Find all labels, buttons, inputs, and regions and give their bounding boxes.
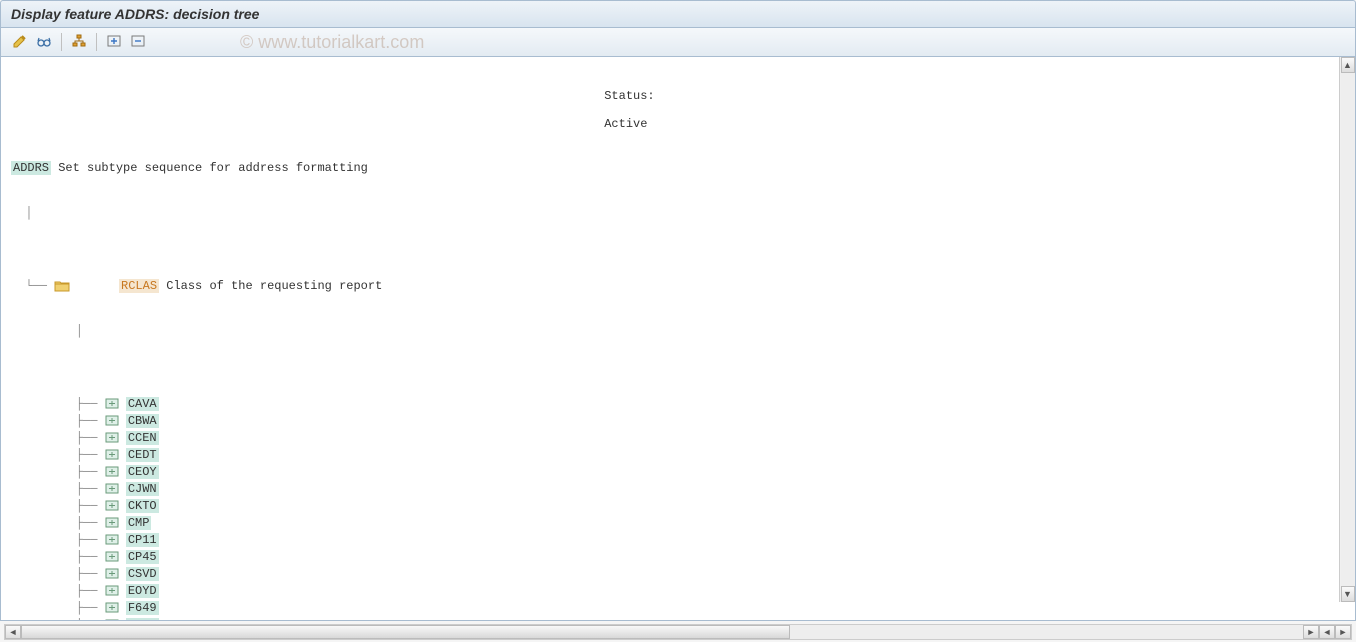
node-collapsed-icon <box>105 551 119 562</box>
leaf-code: EOYD <box>126 584 159 598</box>
node-collapsed-icon <box>105 619 119 620</box>
toolbar-separator <box>96 33 97 51</box>
page-title: Display feature ADDRS: decision tree <box>11 6 259 22</box>
leaf-code: CCEN <box>126 431 159 445</box>
node-collapsed-icon <box>105 568 119 579</box>
node-collapsed-icon <box>105 398 119 409</box>
tree-content: Status: Active ADDRS Set subtype sequenc… <box>1 57 1355 620</box>
node-collapsed-icon <box>105 449 119 460</box>
scroll-thumb[interactable] <box>21 625 790 639</box>
collapse-all-button[interactable] <box>127 32 149 52</box>
leaf-code: CEOY <box>126 465 159 479</box>
pencil-icon <box>12 33 28 52</box>
content-area: Status: Active ADDRS Set subtype sequenc… <box>0 57 1356 621</box>
leaf-code: CJWN <box>126 482 159 496</box>
tree-root-row[interactable]: ADDRS Set subtype sequence for address f… <box>11 159 1345 176</box>
status-value: Active <box>604 117 647 131</box>
tree-leaf-row[interactable]: ├── CCEN <box>11 429 1345 446</box>
node-collapsed-icon <box>105 483 119 494</box>
tree-leaf-row[interactable]: ├── CEOY <box>11 463 1345 480</box>
leaf-code: CAVA <box>126 397 159 411</box>
tree-branch-row[interactable]: └── RCLAS Class of the requesting report <box>11 277 1345 294</box>
title-bar: Display feature ADDRS: decision tree <box>0 0 1356 28</box>
vertical-scrollbar[interactable]: ▲ ▼ <box>1339 57 1355 602</box>
tree-leaf-row[interactable]: ├── CP11 <box>11 531 1345 548</box>
glasses-icon <box>36 33 52 52</box>
leaf-code: CP45 <box>126 550 159 564</box>
leaf-code: CBWA <box>126 414 159 428</box>
edit-button[interactable] <box>9 32 31 52</box>
tree-leaf-row[interactable]: ├── CP45 <box>11 548 1345 565</box>
tree-leaf-row[interactable]: ├── F649 <box>11 599 1345 616</box>
status-label: Status: <box>604 89 654 103</box>
tree-leaf-row[interactable]: ├── CBWA <box>11 412 1345 429</box>
toolbar <box>0 28 1356 57</box>
scroll-right-arrow-2[interactable]: ► <box>1335 625 1351 639</box>
scroll-track[interactable] <box>21 625 1303 639</box>
root-code: ADDRS <box>11 161 51 175</box>
hierarchy-icon <box>71 33 87 52</box>
expand-icon <box>106 33 122 52</box>
leaf-code: CKTO <box>126 499 159 513</box>
leaf-code: CMP <box>126 516 152 530</box>
node-collapsed-icon <box>105 415 119 426</box>
scroll-down-arrow[interactable]: ▼ <box>1341 586 1355 602</box>
node-collapsed-icon <box>105 517 119 528</box>
tree-leaf-row[interactable]: ├── CSVD <box>11 565 1345 582</box>
tree-leaf-row[interactable]: ├── CAVA <box>11 395 1345 412</box>
leaf-code: FBNL <box>126 618 159 621</box>
expand-all-button[interactable] <box>103 32 125 52</box>
tree-leaf-row[interactable]: ├── CJWN <box>11 480 1345 497</box>
branch-text: Class of the requesting report <box>166 279 382 293</box>
node-collapsed-icon <box>105 500 119 511</box>
scroll-left-arrow[interactable]: ◄ <box>5 625 21 639</box>
node-collapsed-icon <box>105 432 119 443</box>
toolbar-separator <box>61 33 62 51</box>
node-collapsed-icon <box>105 585 119 596</box>
activate-button[interactable] <box>68 32 90 52</box>
tree-leaf-row[interactable]: ├── FBNL <box>11 616 1345 620</box>
root-text: Set subtype sequence for address formatt… <box>58 161 368 175</box>
node-collapsed-icon <box>105 602 119 613</box>
node-collapsed-icon <box>105 466 119 477</box>
folder-open-icon <box>54 252 112 320</box>
branch-code: RCLAS <box>119 279 159 293</box>
node-collapsed-icon <box>105 534 119 545</box>
scroll-up-arrow[interactable]: ▲ <box>1341 57 1355 73</box>
leaf-code: F649 <box>126 601 159 615</box>
status: Status: Active <box>561 75 655 145</box>
glasses-button[interactable] <box>33 32 55 52</box>
tree-leaf-row[interactable]: ├── CMP <box>11 514 1345 531</box>
tree-leaf-row[interactable]: ├── CKTO <box>11 497 1345 514</box>
tree-leaf-row[interactable]: ├── CEDT <box>11 446 1345 463</box>
leaf-code: CSVD <box>126 567 159 581</box>
collapse-icon <box>130 33 146 52</box>
scroll-left-arrow-2[interactable]: ◄ <box>1319 625 1335 639</box>
scroll-right-arrow[interactable]: ► <box>1303 625 1319 639</box>
leaf-code: CEDT <box>126 448 159 462</box>
horizontal-scrollbar[interactable]: ◄ ► ◄ ► <box>4 624 1352 640</box>
leaf-code: CP11 <box>126 533 159 547</box>
tree-leaf-row[interactable]: ├── EOYD <box>11 582 1345 599</box>
scroll-track[interactable] <box>1341 73 1355 586</box>
